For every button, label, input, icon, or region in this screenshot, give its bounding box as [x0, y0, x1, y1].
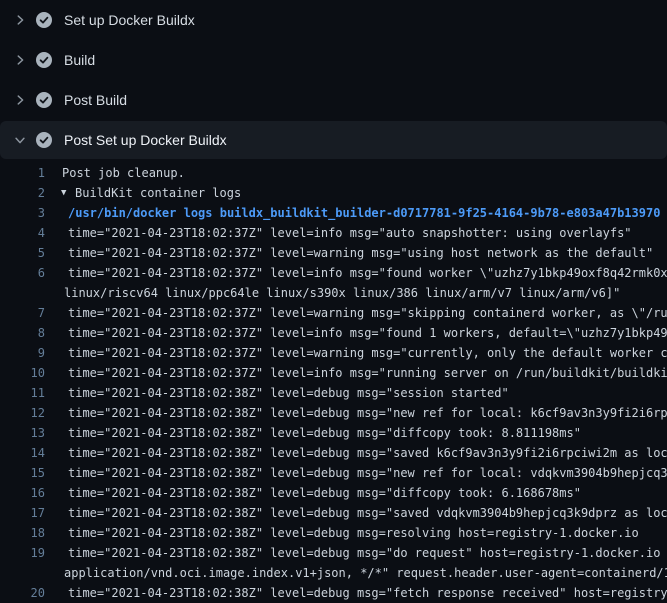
log-line-number[interactable]: 5	[0, 243, 45, 263]
log-line-number[interactable]	[0, 283, 45, 303]
log-line-number[interactable]: 15	[0, 463, 45, 483]
log-line-text: time="2021-04-23T18:02:38Z" level=debug …	[68, 443, 667, 463]
log-line: 6 time="2021-04-23T18:02:37Z" level=info…	[0, 263, 667, 283]
log-line-number[interactable]: 1	[0, 163, 45, 183]
log-line: 16 time="2021-04-23T18:02:38Z" level=deb…	[0, 483, 667, 503]
log-line-text: time="2021-04-23T18:02:38Z" level=debug …	[68, 383, 509, 403]
log-line: 13 time="2021-04-23T18:02:38Z" level=deb…	[0, 423, 667, 443]
log-line-number[interactable]: 4	[0, 223, 45, 243]
step-row-collapsed[interactable]: Set up Docker Buildx	[0, 0, 667, 40]
log-line: 1 Post job cleanup.	[0, 163, 667, 183]
actions-log-viewer: Set up Docker Buildx Build P	[0, 0, 667, 603]
step-label: Post Build	[64, 92, 127, 108]
chevron-right-icon	[12, 52, 28, 68]
log-line: 20 time="2021-04-23T18:02:38Z" level=deb…	[0, 583, 667, 603]
log-line: 14 time="2021-04-23T18:02:38Z" level=deb…	[0, 443, 667, 463]
log-line-text: BuildKit container logs	[75, 183, 241, 203]
log-line-text: time="2021-04-23T18:02:38Z" level=debug …	[68, 583, 667, 603]
log-line: linux/riscv64 linux/ppc64le linux/s390x …	[0, 283, 667, 303]
log-line: 7 time="2021-04-23T18:02:37Z" level=warn…	[0, 303, 667, 323]
log-line-number[interactable]: 14	[0, 443, 45, 463]
log-line-number[interactable]: 3	[0, 203, 45, 223]
log-line: 4 time="2021-04-23T18:02:37Z" level=info…	[0, 223, 667, 243]
step-label: Post Set up Docker Buildx	[64, 132, 227, 148]
step-label: Set up Docker Buildx	[64, 12, 195, 28]
log-line: 5 time="2021-04-23T18:02:37Z" level=warn…	[0, 243, 667, 263]
log-line-number[interactable]: 16	[0, 483, 45, 503]
log-line-text: time="2021-04-23T18:02:37Z" level=warnin…	[68, 303, 667, 323]
log-line-number[interactable]: 19	[0, 543, 45, 563]
log-line: 9 time="2021-04-23T18:02:37Z" level=warn…	[0, 343, 667, 363]
log-line-number[interactable]: 7	[0, 303, 45, 323]
check-circle-icon	[36, 132, 52, 148]
log-line-number[interactable]: 9	[0, 343, 45, 363]
log-line-number[interactable]: 20	[0, 583, 45, 603]
check-circle-icon	[36, 92, 52, 108]
steps-list: Set up Docker Buildx Build P	[0, 0, 667, 159]
log-line-number[interactable]: 18	[0, 523, 45, 543]
log-line-text: time="2021-04-23T18:02:38Z" level=debug …	[68, 483, 581, 503]
log-line-text: time="2021-04-23T18:02:38Z" level=debug …	[68, 543, 667, 563]
log-line-text: time="2021-04-23T18:02:37Z" level=warnin…	[68, 343, 667, 363]
log-line-text: time="2021-04-23T18:02:38Z" level=debug …	[68, 523, 639, 543]
log-line-text: time="2021-04-23T18:02:37Z" level=info m…	[68, 223, 632, 243]
check-circle-icon	[36, 52, 52, 68]
log-line-number[interactable]: 2	[0, 183, 45, 203]
check-circle-icon	[36, 12, 52, 28]
step-row-collapsed[interactable]: Build	[0, 40, 667, 80]
log-line-text: time="2021-04-23T18:02:37Z" level=info m…	[68, 263, 667, 283]
log-container: 1 Post job cleanup. 2 ▼ BuildKit contain…	[0, 159, 667, 603]
log-line-number[interactable]: 6	[0, 263, 45, 283]
log-line-number[interactable]: 11	[0, 383, 45, 403]
log-line: 3 /usr/bin/docker logs buildx_buildkit_b…	[0, 203, 667, 223]
log-line-number[interactable]	[0, 563, 45, 583]
log-line: 11 time="2021-04-23T18:02:38Z" level=deb…	[0, 383, 667, 403]
step-row-collapsed[interactable]: Post Build	[0, 80, 667, 120]
chevron-right-icon	[12, 92, 28, 108]
step-row-expanded[interactable]: Post Set up Docker Buildx	[0, 121, 667, 159]
chevron-right-icon	[12, 12, 28, 28]
log-line-text: time="2021-04-23T18:02:37Z" level=warnin…	[68, 243, 653, 263]
log-line-number[interactable]: 10	[0, 363, 45, 383]
triangle-down-icon[interactable]: ▼	[61, 183, 71, 203]
log-line-text: time="2021-04-23T18:02:38Z" level=debug …	[68, 463, 667, 483]
log-line-text: time="2021-04-23T18:02:38Z" level=debug …	[68, 403, 667, 423]
log-line-text: time="2021-04-23T18:02:37Z" level=info m…	[68, 323, 667, 343]
log-line-text: linux/riscv64 linux/ppc64le linux/s390x …	[64, 283, 620, 303]
log-line: 12 time="2021-04-23T18:02:38Z" level=deb…	[0, 403, 667, 423]
log-line: 18 time="2021-04-23T18:02:38Z" level=deb…	[0, 523, 667, 543]
log-line: 15 time="2021-04-23T18:02:38Z" level=deb…	[0, 463, 667, 483]
log-line-number[interactable]: 17	[0, 503, 45, 523]
log-line-number[interactable]: 12	[0, 403, 45, 423]
log-line-text: time="2021-04-23T18:02:38Z" level=debug …	[68, 423, 581, 443]
log-line-text: Post job cleanup.	[62, 163, 185, 183]
log-line-number[interactable]: 8	[0, 323, 45, 343]
log-line-text: /usr/bin/docker logs buildx_buildkit_bui…	[68, 203, 660, 223]
chevron-down-icon	[12, 132, 28, 148]
log-line: application/vnd.oci.image.index.v1+json,…	[0, 563, 667, 583]
log-line-text: application/vnd.oci.image.index.v1+json,…	[64, 563, 667, 583]
log-line: 19 time="2021-04-23T18:02:38Z" level=deb…	[0, 543, 667, 563]
log-line: 8 time="2021-04-23T18:02:37Z" level=info…	[0, 323, 667, 343]
log-line-text: time="2021-04-23T18:02:38Z" level=debug …	[68, 503, 667, 523]
log-line-text: time="2021-04-23T18:02:37Z" level=info m…	[68, 363, 667, 383]
log-line: 10 time="2021-04-23T18:02:37Z" level=inf…	[0, 363, 667, 383]
log-line-number[interactable]: 13	[0, 423, 45, 443]
step-label: Build	[64, 52, 95, 68]
log-line: 2 ▼ BuildKit container logs	[0, 183, 667, 203]
log-line: 17 time="2021-04-23T18:02:38Z" level=deb…	[0, 503, 667, 523]
